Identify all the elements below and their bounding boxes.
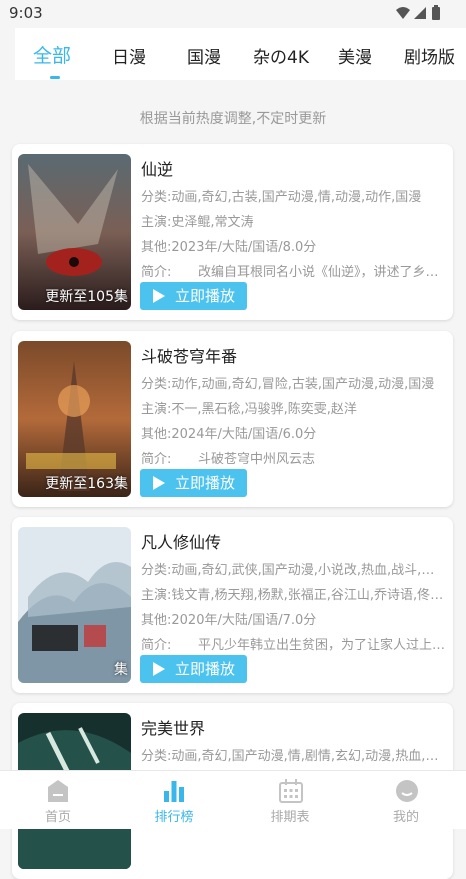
status-icons xyxy=(396,5,440,20)
cast-text: 主演:史泽鲲,常文涛 xyxy=(141,215,254,230)
category-text: 分类:动画,奇幻,国产动漫,情,剧情,玄幻,动漫,热血,青春,国漫 xyxy=(141,749,446,764)
battery-icon xyxy=(432,7,440,20)
tab-misc-4k[interactable]: 杂の4K xyxy=(253,43,309,68)
ranking-subtitle: 根据当前热度调整,不定时更新 xyxy=(139,111,327,127)
tab-theatrical[interactable]: 剧场版 xyxy=(404,43,455,68)
play-button-label: 立即播放 xyxy=(175,474,236,492)
anime-title[interactable]: 完美世界 xyxy=(141,715,205,739)
tab-all[interactable]: 全部 xyxy=(33,41,71,68)
intro-line: 简介: 斗破苍穹中州风云志 xyxy=(141,448,446,467)
nav-ranking-label: 排行榜 xyxy=(154,810,194,825)
intro-label: 简介: xyxy=(141,452,172,467)
bottom-nav: 首页 排行榜 排期表 我的 xyxy=(0,770,466,829)
info-text: 其他:2024年/大陆/国语/6.0分 xyxy=(141,427,317,442)
play-now-button[interactable]: 立即播放 xyxy=(140,655,247,683)
intro-label: 简介: xyxy=(141,265,172,280)
poster-image[interactable]: 集 xyxy=(18,527,131,683)
calendar-icon xyxy=(279,779,303,803)
nav-home-label: 首页 xyxy=(44,810,71,825)
poster-image[interactable]: 更新至163集 xyxy=(18,341,131,497)
anime-title[interactable]: 仙逆 xyxy=(141,156,173,180)
intro-line: 简介: 改编自耳根同名小说《仙逆》，讲述了乡村平凡少年王林 xyxy=(141,261,446,280)
play-now-button[interactable]: 立即播放 xyxy=(140,469,247,497)
play-button-label: 立即播放 xyxy=(175,660,236,678)
play-now-button[interactable]: 立即播放 xyxy=(140,282,247,310)
face-icon xyxy=(396,780,418,802)
nav-home[interactable]: 首页 xyxy=(0,771,116,829)
anime-card[interactable]: 更新至105集 仙逆 分类:动画,奇幻,古装,国产动漫,情,动漫,动作,国漫 主… xyxy=(12,144,453,320)
anime-card[interactable]: 集 凡人修仙传 分类:动画,奇幻,武侠,国产动漫,小说改,热血,战斗,玄幻,国漫… xyxy=(12,517,453,693)
status-time: 9:03 xyxy=(9,4,43,22)
tab-japanese[interactable]: 日漫 xyxy=(112,43,146,68)
cast-text: 主演:不一,黑石稔,冯骏骅,陈奕雯,赵洋 xyxy=(141,402,357,417)
play-button-label: 立即播放 xyxy=(175,287,236,305)
active-tab-indicator xyxy=(50,76,60,79)
anime-title[interactable]: 斗破苍穹年番 xyxy=(141,343,237,367)
nav-profile[interactable]: 我的 xyxy=(348,771,464,829)
poster-image[interactable]: 更新至105集 xyxy=(18,154,131,310)
intro-text: 改编自耳根同名小说《仙逆》，讲述了乡村平凡少年王林 xyxy=(198,265,446,280)
status-bar: 9:03 xyxy=(0,0,466,26)
play-icon xyxy=(153,289,165,303)
tab-american[interactable]: 美漫 xyxy=(338,43,372,68)
category-text: 分类:动作,动画,奇幻,冒险,古装,国产动漫,动漫,国漫 xyxy=(141,377,435,392)
bar-chart-icon xyxy=(164,781,184,802)
nav-profile-label: 我的 xyxy=(392,810,419,825)
nav-schedule[interactable]: 排期表 xyxy=(232,771,348,829)
info-text: 其他:2023年/大陆/国语/8.0分 xyxy=(141,240,317,255)
episode-badge: 更新至163集 xyxy=(45,476,128,492)
home-icon xyxy=(48,780,68,802)
anime-card[interactable]: 更新至163集 斗破苍穹年番 分类:动作,动画,奇幻,冒险,古装,国产动漫,动漫… xyxy=(12,331,453,507)
category-text: 分类:动画,奇幻,武侠,国产动漫,小说改,热血,战斗,玄幻,国漫 xyxy=(141,563,446,578)
category-text: 分类:动画,奇幻,古装,国产动漫,情,动漫,动作,国漫 xyxy=(141,190,422,205)
play-icon xyxy=(153,476,165,490)
category-tab-bar: 全部 日漫 国漫 杂の4K 美漫 剧场版 xyxy=(15,28,466,80)
info-text: 其他:2020年/大陆/国语/7.0分 xyxy=(141,613,317,628)
play-icon xyxy=(153,662,165,676)
anime-title[interactable]: 凡人修仙传 xyxy=(141,529,221,553)
intro-line: 简介: 平凡少年韩立出生贫困，为了让家人过上更好的生活 xyxy=(141,634,446,653)
cast-text: 主演:钱文青,杨天翔,杨默,张福正,谷江山,乔诗语,佟心竹 xyxy=(141,588,446,603)
signal-icon xyxy=(414,7,426,19)
tab-chinese[interactable]: 国漫 xyxy=(187,43,221,68)
episode-badge: 集 xyxy=(114,662,128,678)
nav-ranking[interactable]: 排行榜 xyxy=(116,771,232,829)
intro-text: 斗破苍穹中州风云志 xyxy=(198,452,316,467)
intro-text: 平凡少年韩立出生贫困，为了让家人过上更好的生活 xyxy=(198,638,446,653)
nav-schedule-label: 排期表 xyxy=(270,810,310,825)
wifi-icon xyxy=(396,7,410,19)
intro-label: 简介: xyxy=(141,638,172,653)
episode-badge: 更新至105集 xyxy=(45,289,128,305)
